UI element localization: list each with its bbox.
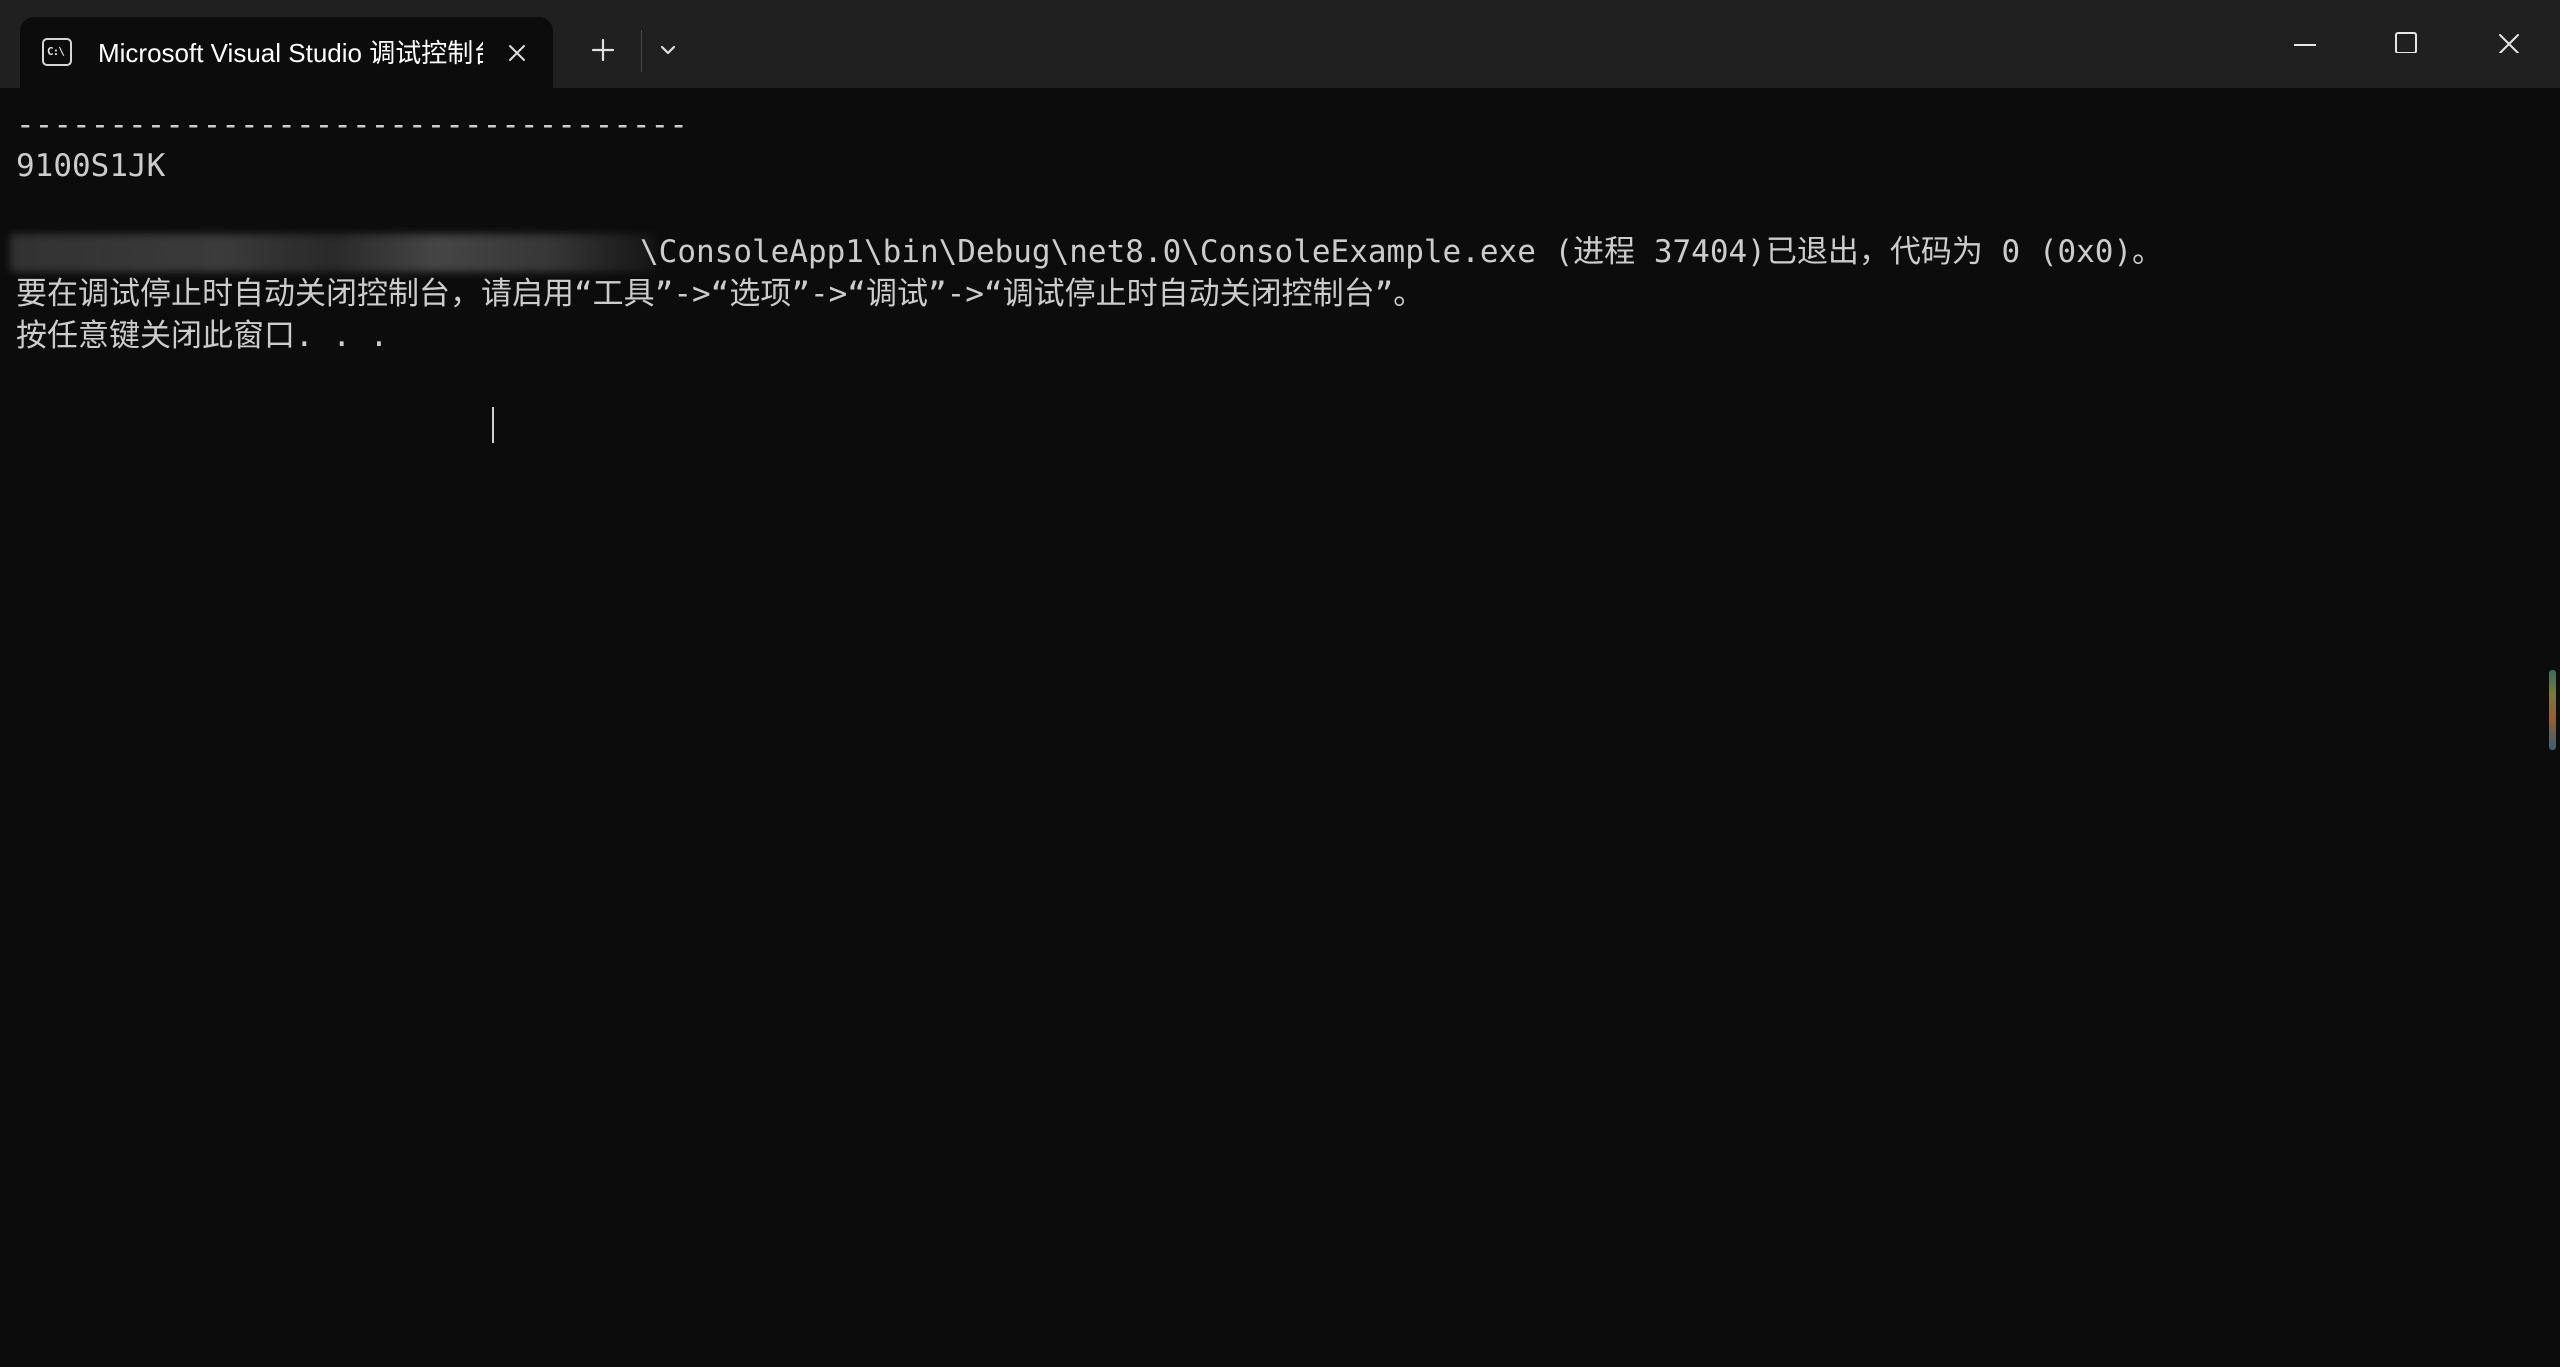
console-line-separator: ------------------------------------: [16, 107, 688, 143]
tab-title: Microsoft Visual Studio 调试控制台: [98, 38, 483, 68]
new-tab-button[interactable]: [583, 30, 623, 70]
console-icon: C:\: [42, 38, 72, 66]
tab-dropdown-button[interactable]: [652, 34, 684, 66]
console-line-hint: 要在调试停止时自动关闭控制台，请启用“工具”->“选项”->“调试”->“调试停…: [16, 276, 1425, 312]
maximize-icon: [2395, 32, 2417, 53]
close-icon: [2499, 34, 2519, 53]
console-icon-text: C:\: [47, 45, 65, 58]
text-cursor: [492, 407, 494, 443]
console-output[interactable]: ------------------------------------ 910…: [0, 88, 2560, 1367]
maximize-button[interactable]: [2356, 0, 2456, 88]
close-icon: [509, 45, 525, 61]
tab-close-button[interactable]: [503, 39, 531, 67]
console-line-prompt: 按任意键关闭此窗口. . .: [16, 318, 389, 354]
tab-separator: [641, 30, 642, 72]
minimize-icon: [2294, 44, 2316, 46]
chevron-down-icon: [660, 45, 676, 55]
minimize-button[interactable]: [2255, 0, 2355, 88]
scroll-indicator[interactable]: [2549, 670, 2556, 750]
redacted-path: [10, 234, 655, 272]
close-window-button[interactable]: [2460, 0, 2560, 88]
plus-icon: [591, 38, 615, 62]
title-bar: C:\ Microsoft Visual Studio 调试控制台: [0, 0, 2560, 88]
console-line-exit-status: \ConsoleApp1\bin\Debug\net8.0\ConsoleExa…: [640, 234, 2164, 270]
tab-console[interactable]: C:\ Microsoft Visual Studio 调试控制台: [20, 17, 553, 88]
console-line-output: 9100S1JK: [16, 148, 166, 184]
